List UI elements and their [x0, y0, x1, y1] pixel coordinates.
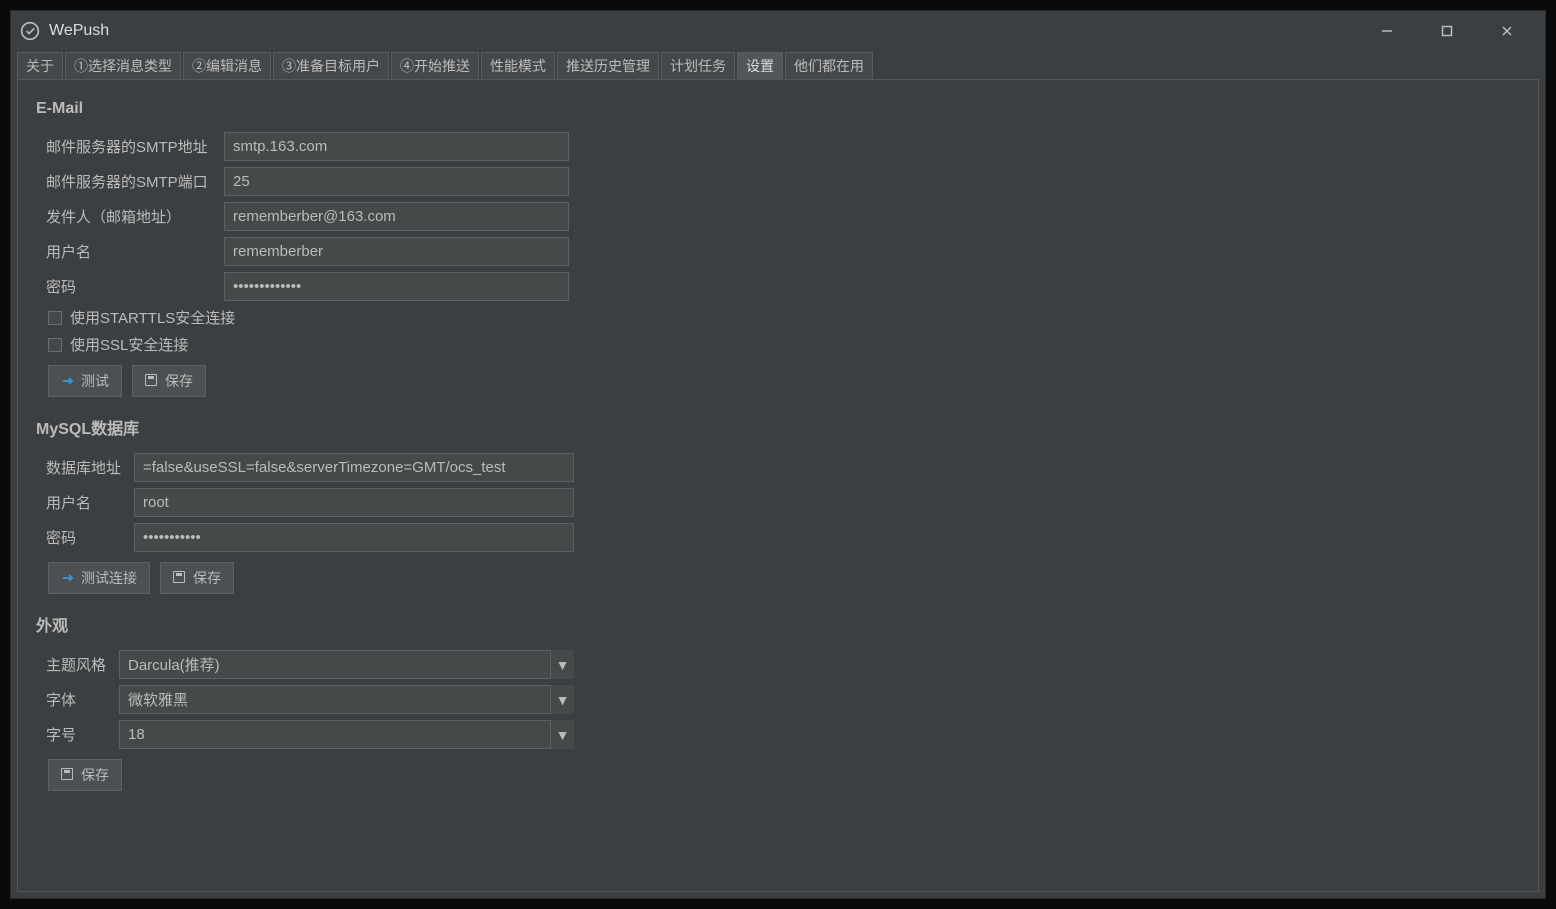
tab-about[interactable]: 关于 — [17, 52, 63, 79]
label-theme: 主题风格 — [36, 654, 111, 675]
app-title: WePush — [49, 22, 1357, 40]
tab-history[interactable]: 推送历史管理 — [557, 52, 659, 79]
label-sender: 发件人（邮箱地址） — [36, 206, 216, 227]
button-db-test[interactable]: 测试连接 — [48, 562, 150, 594]
button-email-save[interactable]: 保存 — [132, 365, 206, 397]
label-smtp-host: 邮件服务器的SMTP地址 — [36, 136, 216, 157]
section-title-email: E-Mail — [36, 100, 1520, 118]
section-title-appearance: 外观 — [36, 612, 1520, 636]
button-appearance-save[interactable]: 保存 — [48, 759, 122, 791]
checkbox-box-icon — [48, 338, 62, 352]
tab-prepare-users[interactable]: ③准备目标用户 — [273, 52, 389, 79]
minimize-button[interactable] — [1357, 11, 1417, 51]
save-icon — [173, 571, 187, 585]
input-email-password[interactable] — [224, 272, 569, 301]
content-panel: E-Mail 邮件服务器的SMTP地址 邮件服务器的SMTP端口 发件人（邮箱地… — [17, 79, 1539, 892]
tab-performance[interactable]: 性能模式 — [481, 52, 555, 79]
arrow-right-icon — [61, 571, 75, 585]
label-fontsize: 字号 — [36, 724, 111, 745]
close-button[interactable] — [1477, 11, 1537, 51]
label-email-password: 密码 — [36, 276, 216, 297]
tab-schedule[interactable]: 计划任务 — [661, 52, 735, 79]
label-db-password: 密码 — [36, 527, 126, 548]
label-smtp-port: 邮件服务器的SMTP端口 — [36, 171, 216, 192]
input-smtp-port[interactable] — [224, 167, 569, 196]
window-controls — [1357, 11, 1537, 51]
input-email-username[interactable] — [224, 237, 569, 266]
label-starttls: 使用STARTTLS安全连接 — [70, 307, 235, 328]
tab-start-push[interactable]: ④开始推送 — [391, 52, 479, 79]
label-ssl: 使用SSL安全连接 — [70, 334, 188, 355]
button-email-test[interactable]: 测试 — [48, 365, 122, 397]
app-window: WePush 关于 ①选择消息类型 ②编辑消息 ③准备目标用户 ④开始推送 性能… — [10, 10, 1546, 899]
input-smtp-host[interactable] — [224, 132, 569, 161]
label-font: 字体 — [36, 689, 111, 710]
save-icon — [145, 374, 159, 388]
select-theme[interactable] — [119, 650, 574, 679]
input-db-url[interactable] — [134, 453, 574, 482]
save-icon — [61, 768, 75, 782]
tab-select-msg-type[interactable]: ①选择消息类型 — [65, 52, 181, 79]
button-label: 保存 — [193, 568, 221, 588]
select-font[interactable] — [119, 685, 574, 714]
section-title-mysql: MySQL数据库 — [36, 415, 1520, 439]
tab-settings[interactable]: 设置 — [737, 52, 783, 79]
input-db-password[interactable] — [134, 523, 574, 552]
arrow-right-icon — [61, 374, 75, 388]
titlebar: WePush — [11, 11, 1545, 51]
app-icon — [19, 20, 41, 42]
button-label: 保存 — [81, 765, 109, 785]
checkbox-ssl[interactable]: 使用SSL安全连接 — [48, 334, 1520, 355]
button-label: 测试 — [81, 371, 109, 391]
tab-bar: 关于 ①选择消息类型 ②编辑消息 ③准备目标用户 ④开始推送 性能模式 推送历史… — [11, 51, 1545, 79]
checkbox-starttls[interactable]: 使用STARTTLS安全连接 — [48, 307, 1520, 328]
input-sender[interactable] — [224, 202, 569, 231]
maximize-button[interactable] — [1417, 11, 1477, 51]
label-db-username: 用户名 — [36, 492, 126, 513]
input-db-username[interactable] — [134, 488, 574, 517]
select-fontsize[interactable] — [119, 720, 574, 749]
label-email-username: 用户名 — [36, 241, 216, 262]
button-label: 测试连接 — [81, 568, 137, 588]
checkbox-box-icon — [48, 311, 62, 325]
label-db-url: 数据库地址 — [36, 457, 126, 478]
tab-others-using[interactable]: 他们都在用 — [785, 52, 873, 79]
tab-edit-msg[interactable]: ②编辑消息 — [183, 52, 271, 79]
button-db-save[interactable]: 保存 — [160, 562, 234, 594]
button-label: 保存 — [165, 371, 193, 391]
